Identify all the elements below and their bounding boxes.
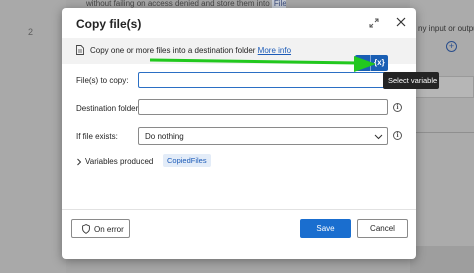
background-right-footer bbox=[410, 246, 474, 273]
variable-chip[interactable]: CopiedFiles bbox=[163, 154, 211, 167]
line-number: 2 bbox=[28, 27, 34, 37]
expand-icon[interactable] bbox=[369, 18, 379, 28]
background-flow-description: without failing on access denied and sto… bbox=[86, 0, 270, 8]
chevron-down-icon bbox=[374, 134, 383, 140]
background-left-panel bbox=[0, 0, 66, 273]
files-to-copy-label: File(s) to copy: bbox=[76, 76, 129, 85]
if-file-exists-dropdown[interactable]: Do nothing bbox=[138, 127, 388, 145]
on-error-label: On error bbox=[94, 225, 124, 234]
tooltip-text: Select variable bbox=[388, 76, 438, 85]
chevron-right-icon bbox=[77, 158, 82, 166]
annotation-arrow-icon bbox=[150, 56, 376, 72]
on-error-button[interactable]: On error bbox=[71, 219, 130, 238]
cancel-button[interactable]: Cancel bbox=[357, 219, 408, 238]
close-icon[interactable] bbox=[396, 17, 406, 27]
add-icon: + bbox=[446, 41, 457, 52]
info-icon[interactable]: i bbox=[393, 103, 402, 112]
variables-produced-label: Variables produced bbox=[85, 157, 154, 166]
background-right-panel bbox=[410, 0, 474, 273]
if-file-exists-value: Do nothing bbox=[145, 132, 184, 141]
copy-files-dialog: Copy file(s) Copy one or more files into… bbox=[62, 8, 416, 259]
shield-icon bbox=[82, 224, 90, 234]
select-variable-tooltip: Select variable bbox=[383, 72, 439, 89]
destination-folder-input[interactable] bbox=[138, 99, 388, 115]
document-icon bbox=[76, 45, 84, 55]
background-variable-token: Files bbox=[271, 0, 286, 8]
destination-folder-label: Destination folder: bbox=[76, 104, 141, 113]
background-right-text: ny input or output bbox=[418, 24, 474, 33]
info-icon[interactable]: i bbox=[393, 131, 402, 140]
footer-divider bbox=[62, 209, 416, 210]
save-button[interactable]: Save bbox=[300, 219, 351, 238]
dialog-title: Copy file(s) bbox=[76, 17, 142, 31]
if-file-exists-label: If file exists: bbox=[76, 132, 118, 141]
background-divider bbox=[410, 132, 474, 133]
